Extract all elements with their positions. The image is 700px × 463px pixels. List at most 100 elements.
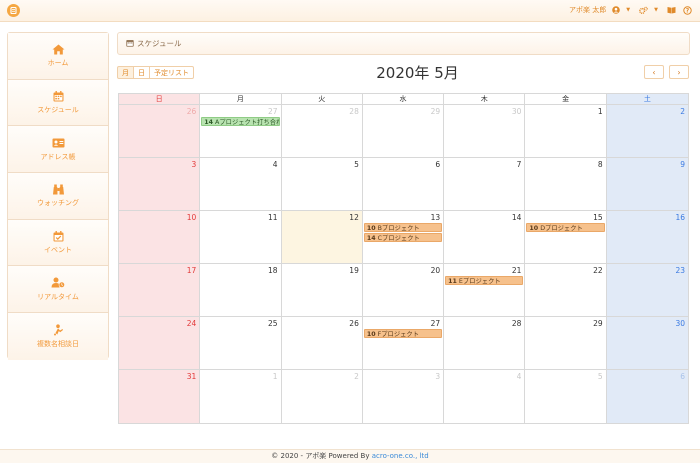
calendar-event[interactable]: 11 Eプロジェクト [445, 276, 524, 285]
day-number[interactable]: 4 [517, 372, 522, 381]
chevron-down-icon[interactable]: ▼ [626, 7, 630, 13]
day-number[interactable]: 2 [680, 107, 685, 116]
prev-month-button[interactable]: ‹ [644, 65, 664, 79]
day-number[interactable]: 6 [435, 160, 440, 169]
day-number[interactable]: 16 [675, 213, 685, 222]
calendar-day-cell[interactable]: 8 [525, 158, 607, 211]
calendar-day-cell[interactable]: 4 [200, 158, 282, 211]
calendar-day-cell[interactable]: 12 [281, 211, 363, 264]
day-number[interactable]: 28 [349, 107, 359, 116]
day-number[interactable]: 13 [431, 213, 441, 222]
day-number[interactable]: 1 [598, 107, 603, 116]
day-number[interactable]: 15 [593, 213, 603, 222]
calendar-day-cell[interactable]: 16 [606, 211, 688, 264]
calendar-day-cell[interactable]: 28 [281, 105, 363, 158]
day-number[interactable]: 5 [354, 160, 359, 169]
day-number[interactable]: 7 [517, 160, 522, 169]
calendar-day-cell[interactable]: 2714Aプロジェクト打ち合わせ [200, 105, 282, 158]
help-icon[interactable]: ? [683, 5, 692, 15]
calendar-day-cell[interactable]: 31 [119, 370, 201, 423]
day-number[interactable]: 29 [431, 107, 441, 116]
calendar-day-cell[interactable]: 29 [525, 317, 607, 370]
sidebar-item-address-book[interactable]: アドレス帳 [8, 126, 108, 174]
day-number[interactable]: 2 [354, 372, 359, 381]
calendar-day-cell[interactable]: 3 [119, 158, 201, 211]
calendar-day-cell[interactable]: 23 [606, 264, 688, 317]
calendar-event[interactable]: 10 Bプロジェクト [363, 223, 443, 232]
day-number[interactable]: 27 [431, 319, 441, 328]
calendar-day-cell[interactable]: 29 [362, 105, 445, 158]
day-number[interactable]: 21 [512, 266, 522, 275]
calendar-day-cell[interactable]: 13 10 Bプロジェクト 14 Cプロジェクト [362, 211, 445, 264]
calendar-day-cell[interactable]: 28 [444, 317, 526, 370]
calendar-day-cell[interactable]: 30 [606, 317, 688, 370]
day-number[interactable]: 30 [675, 319, 685, 328]
calendar-day-cell[interactable]: 25 [200, 317, 282, 370]
day-number[interactable]: 26 [349, 319, 359, 328]
day-number[interactable]: 30 [512, 107, 522, 116]
calendar-day-cell[interactable]: 1 [200, 370, 282, 423]
calendar-day-cell[interactable]: 18 [200, 264, 282, 317]
gears-icon[interactable] [639, 6, 648, 15]
app-logo-icon[interactable] [7, 4, 20, 17]
day-view-button[interactable]: 日 [133, 66, 150, 79]
day-number[interactable]: 3 [192, 160, 197, 169]
calendar-event[interactable]: 14 Cプロジェクト [363, 233, 443, 242]
day-number[interactable]: 5 [598, 372, 603, 381]
sidebar-item-home[interactable]: ホーム [8, 33, 108, 80]
day-number[interactable]: 17 [187, 266, 197, 275]
day-number[interactable]: 12 [349, 213, 359, 222]
sidebar-item-event[interactable]: イベント [8, 219, 108, 267]
calendar-day-cell[interactable]: 15 10 Dプロジェクト [525, 211, 607, 264]
day-number[interactable]: 19 [349, 266, 359, 275]
day-number[interactable]: 4 [273, 160, 278, 169]
day-number[interactable]: 9 [680, 160, 685, 169]
day-number[interactable]: 14 [512, 213, 522, 222]
day-number[interactable]: 20 [431, 266, 441, 275]
calendar-day-cell[interactable]: 9 [606, 158, 688, 211]
calendar-day-cell[interactable]: 1 [525, 105, 607, 158]
calendar-day-cell[interactable]: 10 [119, 211, 201, 264]
calendar-event[interactable]: 10 Dプロジェクト [526, 223, 605, 232]
calendar-day-cell[interactable]: 17 [119, 264, 201, 317]
next-month-button[interactable]: › [669, 65, 689, 79]
calendar-day-cell[interactable]: 24 [119, 317, 201, 370]
calendar-day-cell[interactable]: 22 [525, 264, 607, 317]
day-number[interactable]: 26 [187, 107, 197, 116]
calendar-day-cell[interactable]: 6 [362, 158, 445, 211]
calendar-event[interactable]: 10 Fプロジェクト [363, 329, 443, 338]
day-number[interactable]: 23 [675, 266, 685, 275]
user-name[interactable]: アポ楽 太郎 [569, 5, 606, 15]
list-view-button[interactable]: 予定リスト [149, 66, 194, 79]
chevron-down-icon[interactable]: ▼ [654, 7, 658, 13]
sidebar-item-multi-consult[interactable]: 複数名相談日 [8, 313, 108, 360]
day-number[interactable]: 1 [273, 372, 278, 381]
calendar-day-cell[interactable]: 19 [281, 264, 363, 317]
calendar-day-cell[interactable]: 26 [281, 317, 363, 370]
calendar-event[interactable]: 14Aプロジェクト打ち合わせ [201, 117, 280, 126]
calendar-day-cell[interactable]: 5 [525, 370, 607, 423]
calendar-day-cell[interactable]: 14 [444, 211, 526, 264]
footer-link[interactable]: acro-one.co., ltd [372, 452, 429, 460]
day-number[interactable]: 10 [187, 213, 197, 222]
day-number[interactable]: 6 [680, 372, 685, 381]
calendar-day-cell[interactable]: 11 [200, 211, 282, 264]
day-number[interactable]: 11 [268, 213, 278, 222]
day-number[interactable]: 31 [187, 372, 197, 381]
day-number[interactable]: 24 [187, 319, 197, 328]
day-number[interactable]: 29 [593, 319, 603, 328]
calendar-day-cell[interactable]: 27 10 Fプロジェクト [362, 317, 445, 370]
book-icon[interactable] [667, 6, 676, 15]
calendar-day-cell[interactable]: 5 [281, 158, 363, 211]
calendar-day-cell[interactable]: 6 [606, 370, 688, 423]
day-number[interactable]: 8 [598, 160, 603, 169]
day-number[interactable]: 3 [435, 372, 440, 381]
calendar-day-cell[interactable]: 2 [282, 370, 363, 423]
calendar-day-cell[interactable]: 3 [363, 370, 445, 423]
day-number[interactable]: 22 [593, 266, 603, 275]
user-icon[interactable] [611, 6, 620, 15]
calendar-day-cell[interactable]: 21 11 Eプロジェクト [444, 264, 526, 317]
calendar-day-cell[interactable]: 7 [444, 158, 526, 211]
sidebar-item-realtime[interactable]: リアルタイム [8, 266, 108, 314]
calendar-day-cell[interactable]: 2 [606, 105, 688, 158]
